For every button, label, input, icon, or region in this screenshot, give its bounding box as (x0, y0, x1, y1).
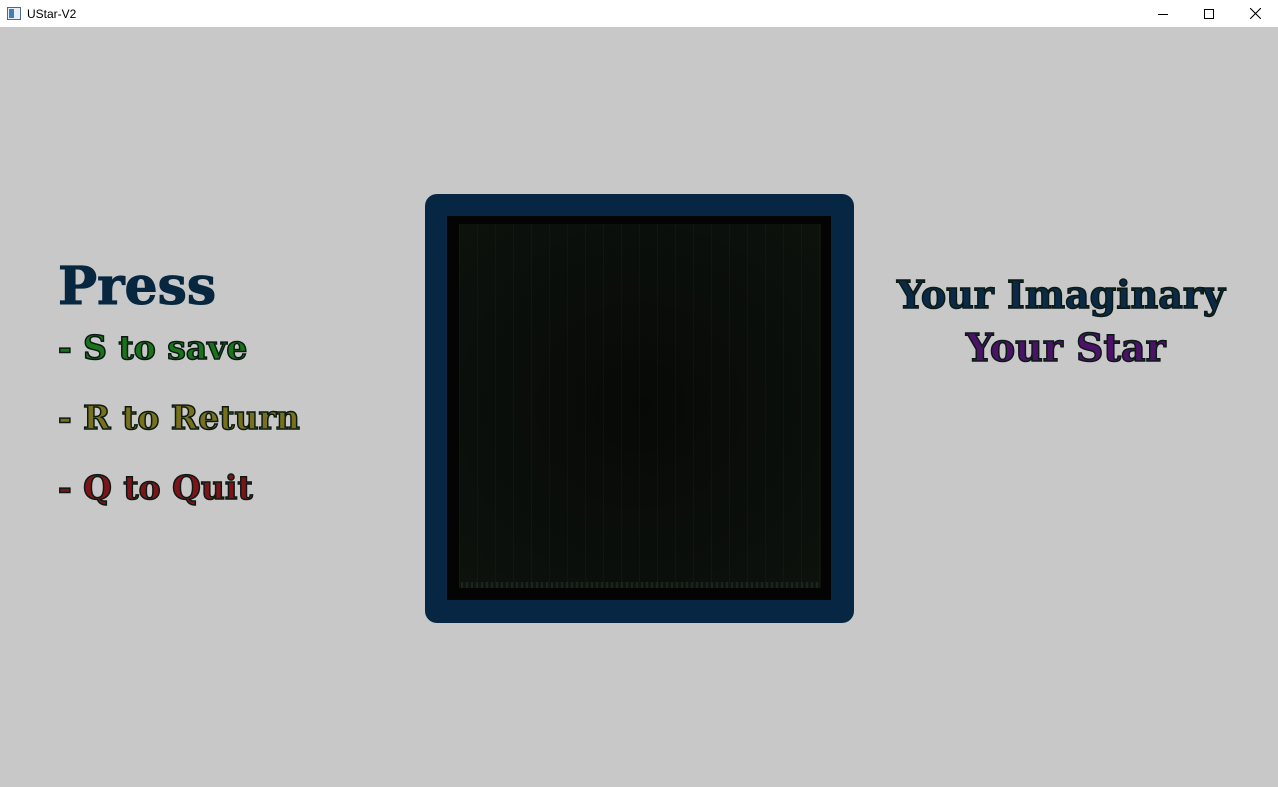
minimize-button[interactable] (1140, 0, 1186, 27)
quit-instruction: - Q to Quit (57, 467, 253, 508)
game-window-client[interactable]: Press - S to save - R to Return - Q to Q… (0, 27, 1278, 787)
close-icon (1249, 8, 1261, 19)
star-canvas (447, 216, 831, 600)
window-title: UStar-V2 (27, 6, 77, 21)
return-instruction: - R to Return (57, 397, 300, 438)
maximize-icon (1204, 8, 1214, 19)
window-titlebar[interactable]: UStar-V2 (0, 0, 1278, 27)
caption-line-1: Your Imaginary (896, 271, 1226, 318)
star-canvas-frame (425, 194, 854, 623)
save-instruction: - S to save (57, 327, 248, 368)
app-window-icon (7, 7, 21, 20)
window-controls (1140, 0, 1278, 27)
minimize-icon (1158, 13, 1168, 15)
caption-line-2: Your Star (965, 324, 1166, 371)
close-button[interactable] (1232, 0, 1278, 27)
press-heading: Press (57, 256, 217, 318)
maximize-button[interactable] (1186, 0, 1232, 27)
